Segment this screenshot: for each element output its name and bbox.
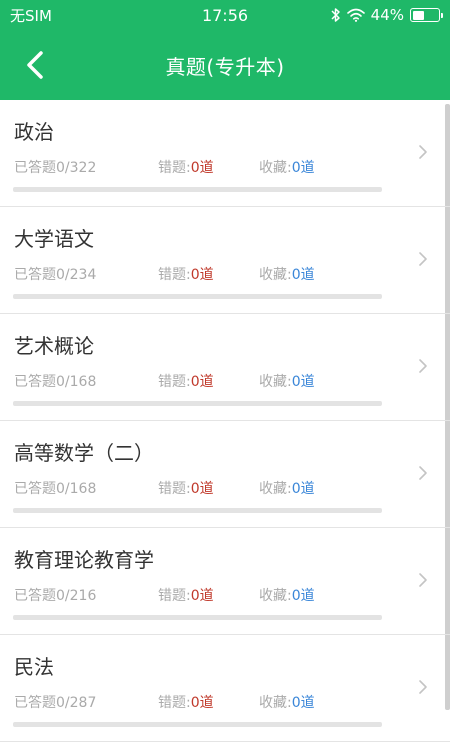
page-title: 真题(专升本) xyxy=(165,54,285,79)
favorite-count: 收藏:0道 xyxy=(259,481,315,497)
chevron-right-icon xyxy=(419,680,427,694)
favorite-count: 收藏:0道 xyxy=(259,695,315,711)
battery-icon xyxy=(410,8,443,22)
wrong-count: 错题:0道 xyxy=(158,481,214,497)
favorite-count: 收藏:0道 xyxy=(259,267,315,283)
progress-bar xyxy=(13,508,382,513)
wrong-count: 错题:0道 xyxy=(158,588,214,604)
battery-fill xyxy=(412,10,424,20)
progress-bar xyxy=(13,294,382,299)
subject-name: 高等数学（二） xyxy=(14,441,154,465)
subject-stats: 已答题0/216 错题:0道 收藏:0道 xyxy=(14,585,414,605)
answered-count: 已答题0/234 xyxy=(14,267,97,283)
progress-bar xyxy=(13,401,382,406)
subject-stats: 已答题0/168 错题:0道 收藏:0道 xyxy=(14,371,414,391)
progress-bar xyxy=(13,187,382,192)
subject-stats: 已答题0/168 错题:0道 收藏:0道 xyxy=(14,478,414,498)
subject-list-item[interactable]: 民法 已答题0/287 错题:0道 收藏:0道 xyxy=(0,635,450,742)
subject-list-item[interactable]: 政治 已答题0/322 错题:0道 收藏:0道 xyxy=(0,100,450,207)
chevron-right-icon xyxy=(419,359,427,373)
answered-count: 已答题0/287 xyxy=(14,695,97,711)
status-right: 44% xyxy=(331,6,443,24)
subject-stats: 已答题0/234 错题:0道 收藏:0道 xyxy=(14,264,414,284)
wifi-icon xyxy=(346,8,365,22)
bluetooth-icon xyxy=(331,8,340,22)
subject-name: 民法 xyxy=(14,655,54,679)
answered-count: 已答题0/168 xyxy=(14,481,97,497)
progress-bar xyxy=(13,615,382,620)
chevron-right-icon xyxy=(419,573,427,587)
wrong-count: 错题:0道 xyxy=(158,374,214,390)
wrong-count: 错题:0道 xyxy=(158,267,214,283)
answered-count: 已答题0/322 xyxy=(14,160,97,176)
subject-name: 政治 xyxy=(14,120,54,144)
battery-percent: 44% xyxy=(370,6,404,24)
favorite-count: 收藏:0道 xyxy=(259,588,315,604)
chevron-right-icon xyxy=(419,145,427,159)
subject-list-item[interactable]: 艺术概论 已答题0/168 错题:0道 收藏:0道 xyxy=(0,314,450,421)
subject-name: 教育理论教育学 xyxy=(14,548,154,572)
subject-list-item[interactable]: 大学语文 已答题0/234 错题:0道 收藏:0道 xyxy=(0,207,450,314)
back-arrow-icon[interactable] xyxy=(24,50,46,80)
chevron-right-icon xyxy=(419,252,427,266)
status-bar: 无SIM 17:56 44% xyxy=(0,0,450,30)
subject-list-item[interactable]: 高等数学（二） 已答题0/168 错题:0道 收藏:0道 xyxy=(0,421,450,528)
subject-name: 艺术概论 xyxy=(14,334,94,358)
subject-list-item[interactable]: 教育理论教育学 已答题0/216 错题:0道 收藏:0道 xyxy=(0,528,450,635)
carrier-label: 无SIM xyxy=(10,6,52,25)
nav-bar: 真题(专升本) xyxy=(0,30,450,100)
favorite-count: 收藏:0道 xyxy=(259,160,315,176)
progress-bar xyxy=(13,722,382,727)
answered-count: 已答题0/168 xyxy=(14,374,97,390)
favorite-count: 收藏:0道 xyxy=(259,374,315,390)
wrong-count: 错题:0道 xyxy=(158,695,214,711)
wrong-count: 错题:0道 xyxy=(158,160,214,176)
chevron-right-icon xyxy=(419,466,427,480)
answered-count: 已答题0/216 xyxy=(14,588,97,604)
status-time: 17:56 xyxy=(201,5,249,25)
subject-stats: 已答题0/322 错题:0道 收藏:0道 xyxy=(14,157,414,177)
subject-stats: 已答题0/287 错题:0道 收藏:0道 xyxy=(14,692,414,712)
subject-list[interactable]: 政治 已答题0/322 错题:0道 收藏:0道 大学语文 已答题0/234 错题… xyxy=(0,100,450,750)
subject-name: 大学语文 xyxy=(14,227,94,251)
